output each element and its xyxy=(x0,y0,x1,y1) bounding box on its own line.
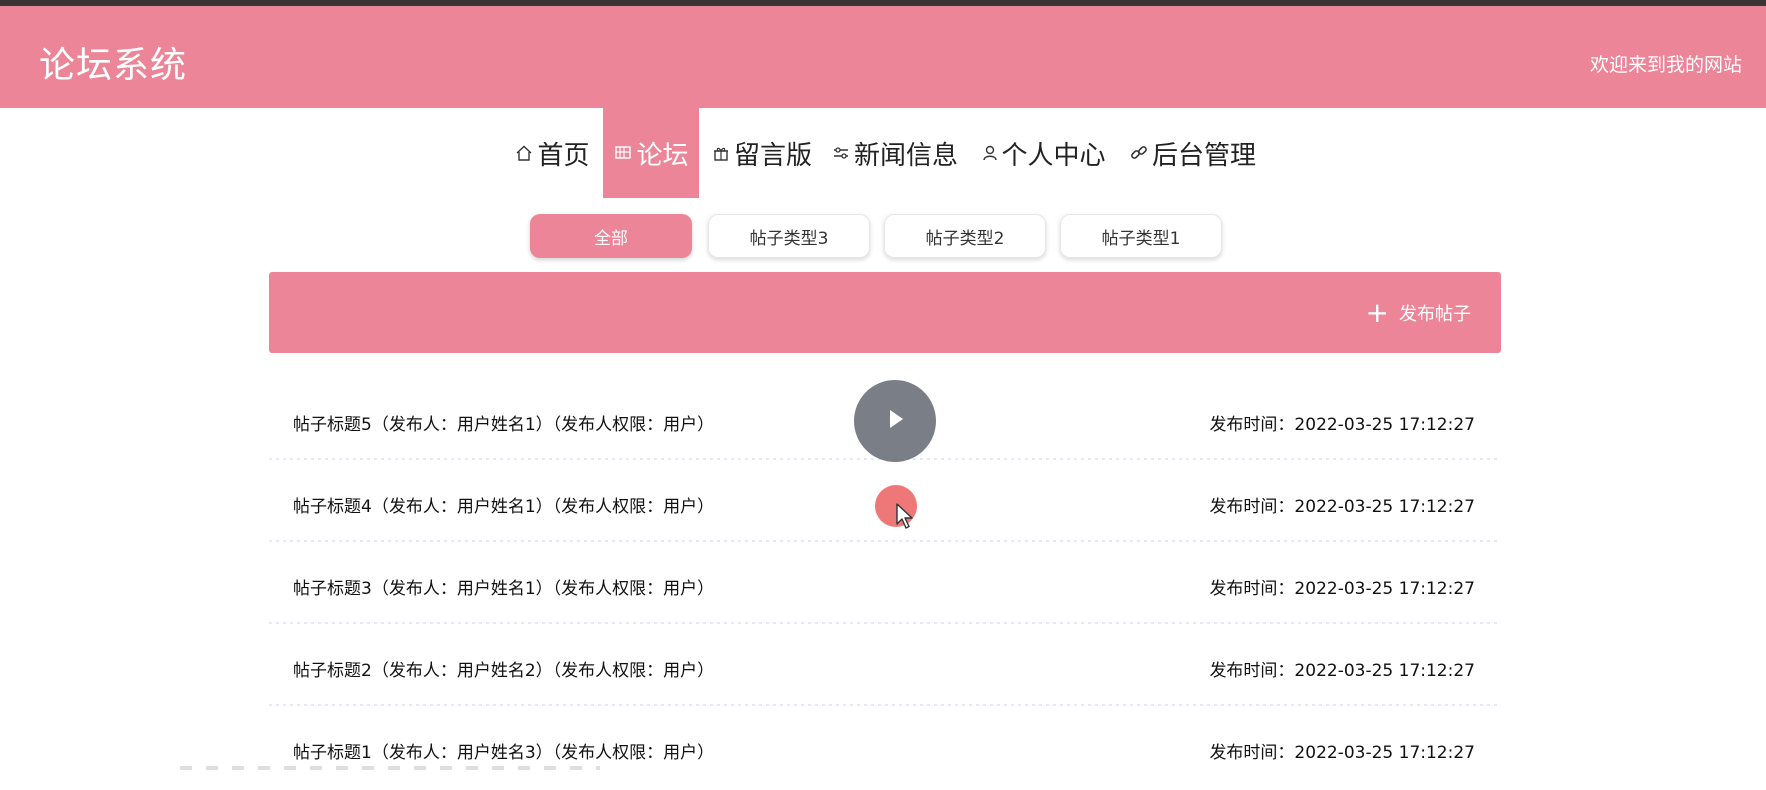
post-time: 发布时间：2022-03-25 17:12:27 xyxy=(1209,743,1475,763)
nav-item-news[interactable]: 新闻信息 xyxy=(832,108,958,198)
filter-type3-button[interactable]: 帖子类型3 xyxy=(708,214,870,258)
nav-item-personal-center[interactable]: 个人中心 xyxy=(981,108,1106,198)
filter-all-button[interactable]: 全部 xyxy=(530,214,692,258)
sliders-icon xyxy=(832,143,851,163)
nav-item-label: 新闻信息 xyxy=(853,140,958,171)
nav-item-home[interactable]: 首页 xyxy=(512,108,592,198)
nav-item-message-board[interactable]: 留言版 xyxy=(712,108,812,198)
nav-item-label: 论坛 xyxy=(636,140,689,171)
list-item[interactable]: 帖子标题2（发布人：用户姓名2）（发布人权限：用户） 发布时间：2022-03-… xyxy=(269,626,1501,708)
main-nav: 首页 论坛 留言版 新闻信息 个人中心 后台管理 xyxy=(0,108,1766,200)
mouse-cursor-icon xyxy=(895,502,915,534)
home-icon xyxy=(514,143,534,163)
nav-item-admin[interactable]: 后台管理 xyxy=(1130,108,1256,198)
row-divider xyxy=(269,540,1501,542)
nav-item-label: 首页 xyxy=(537,140,590,171)
nav-item-label: 个人中心 xyxy=(1001,140,1106,171)
post-time: 发布时间：2022-03-25 17:12:27 xyxy=(1209,415,1475,435)
post-title[interactable]: 帖子标题2（发布人：用户姓名2）（发布人权限：用户） xyxy=(293,656,714,681)
nav-item-label: 后台管理 xyxy=(1151,140,1256,171)
post-time: 发布时间：2022-03-25 17:12:27 xyxy=(1209,579,1475,599)
list-item[interactable]: 帖子标题1（发布人：用户姓名3）（发布人权限：用户） 发布时间：2022-03-… xyxy=(269,708,1501,790)
welcome-text: 欢迎来到我的网站 xyxy=(1589,54,1742,76)
post-time: 发布时间：2022-03-25 17:12:27 xyxy=(1209,497,1475,517)
post-time: 发布时间：2022-03-25 17:12:27 xyxy=(1209,661,1475,681)
post-title[interactable]: 帖子标题1（发布人：用户姓名3）（发布人权限：用户） xyxy=(293,738,714,763)
post-title[interactable]: 帖子标题5（发布人：用户姓名1）（发布人权限：用户） xyxy=(293,410,714,435)
user-icon xyxy=(981,143,999,163)
row-divider xyxy=(269,704,1501,706)
nav-item-forum[interactable]: 论坛 xyxy=(603,108,699,198)
post-title[interactable]: 帖子标题3（发布人：用户姓名1）（发布人权限：用户） xyxy=(293,574,714,599)
filter-type2-button[interactable]: 帖子类型2 xyxy=(884,214,1046,258)
video-play-button[interactable] xyxy=(854,380,936,462)
post-title[interactable]: 帖子标题4（发布人：用户姓名1）（发布人权限：用户） xyxy=(293,492,714,517)
publish-post-button[interactable]: + 发布帖子 xyxy=(1366,272,1471,353)
link-icon xyxy=(1130,143,1149,163)
play-icon xyxy=(882,406,908,436)
gift-icon xyxy=(712,143,731,163)
category-filters: 全部 帖子类型3 帖子类型2 帖子类型1 xyxy=(0,214,1766,262)
nav-item-label: 留言版 xyxy=(733,140,812,171)
plus-icon: + xyxy=(1365,295,1389,329)
filter-type1-button[interactable]: 帖子类型1 xyxy=(1060,214,1222,258)
page-footer-fragment xyxy=(180,766,600,770)
publish-post-label: 发布帖子 xyxy=(1399,303,1471,325)
forum-icon xyxy=(613,143,633,163)
site-header: 论坛系统 欢迎来到我的网站 xyxy=(0,6,1766,108)
list-item[interactable]: 帖子标题3（发布人：用户姓名1）（发布人权限：用户） 发布时间：2022-03-… xyxy=(269,544,1501,626)
site-title[interactable]: 论坛系统 xyxy=(39,36,187,88)
forum-banner: + 发布帖子 xyxy=(269,272,1501,353)
row-divider xyxy=(269,622,1501,624)
